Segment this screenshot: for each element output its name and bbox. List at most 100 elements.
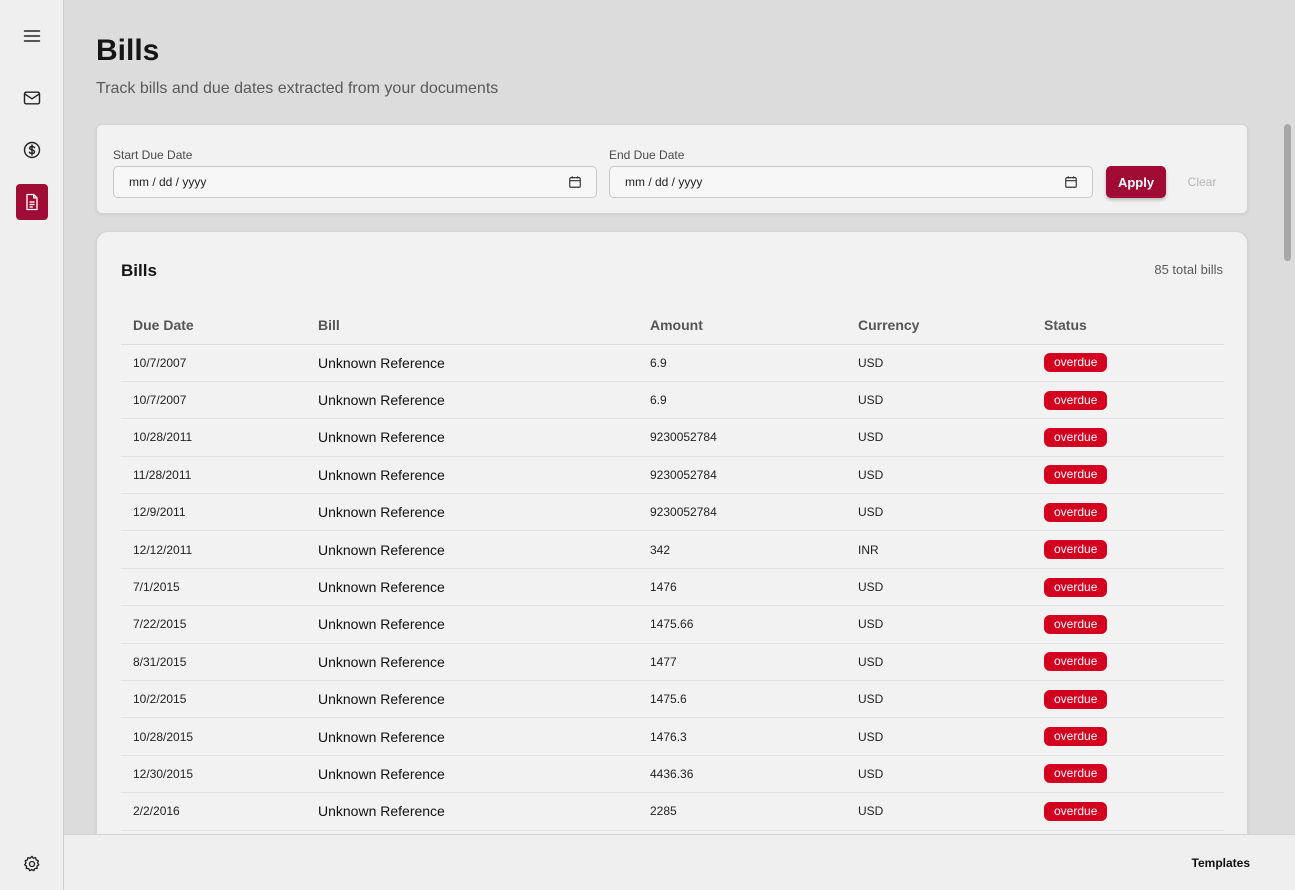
amount-cell: 1475.6 xyxy=(638,680,846,719)
page-scrollbar[interactable] xyxy=(1280,0,1295,834)
status-cell: overdue xyxy=(1032,493,1224,532)
currency-cell: USD xyxy=(846,755,1032,794)
table-row[interactable]: 7/22/2015 Unknown Reference 1475.66 USD … xyxy=(121,605,1224,644)
due-date-cell: 10/28/2011 xyxy=(121,418,306,457)
bill-cell: Unknown Reference xyxy=(306,381,638,420)
status-badge: overdue xyxy=(1044,652,1108,672)
status-badge: overdue xyxy=(1044,540,1108,560)
due-date-cell: 10/2/2015 xyxy=(121,680,306,719)
column-header-bill[interactable]: Bill xyxy=(306,307,638,345)
page-subtitle: Track bills and due dates extracted from… xyxy=(96,80,499,97)
status-badge: overdue xyxy=(1044,577,1108,597)
sidebar-item-payments[interactable] xyxy=(16,132,48,168)
start-due-date-input[interactable]: mm / dd / yyyy xyxy=(113,166,597,198)
status-cell: overdue xyxy=(1032,381,1224,420)
currency-cell: USD xyxy=(846,344,1032,382)
amount-cell: 9230052784 xyxy=(638,418,846,457)
table-row[interactable]: 10/7/2007 Unknown Reference 6.9 USD over… xyxy=(121,344,1224,382)
clear-button[interactable]: Clear xyxy=(1177,166,1227,198)
bill-cell: Unknown Reference xyxy=(306,643,638,682)
status-cell: overdue xyxy=(1032,456,1224,495)
table-row[interactable]: 7/1/2015 Unknown Reference 1476 USD over… xyxy=(121,568,1224,607)
status-badge: overdue xyxy=(1044,502,1108,522)
table-row[interactable]: 10/7/2007 Unknown Reference 6.9 USD over… xyxy=(121,381,1224,420)
start-due-date-label: Start Due Date xyxy=(113,148,193,162)
status-cell: overdue xyxy=(1032,605,1224,644)
currency-cell: USD xyxy=(846,381,1032,420)
bill-cell: Unknown Reference xyxy=(306,568,638,607)
date-filter-panel: Start Due Date mm / dd / yyyy End Due Da… xyxy=(96,124,1248,214)
sidebar xyxy=(0,0,64,890)
due-date-cell: 2/2/2016 xyxy=(121,792,306,831)
table-row[interactable]: 12/30/2015 Unknown Reference 4436.36 USD… xyxy=(121,755,1224,794)
amount-cell: 342 xyxy=(638,530,846,569)
table-row[interactable]: 8/31/2015 Unknown Reference 1477 USD ove… xyxy=(121,643,1224,682)
end-due-date-input[interactable]: mm / dd / yyyy xyxy=(609,166,1093,198)
currency-cell: USD xyxy=(846,493,1032,532)
due-date-cell: 12/12/2011 xyxy=(121,530,306,569)
status-badge: overdue xyxy=(1044,390,1108,410)
settings-button[interactable] xyxy=(16,846,48,882)
bills-table: Due Date Bill Amount Currency Status 10/… xyxy=(121,307,1224,831)
table-row[interactable]: 11/28/2011 Unknown Reference 9230052784 … xyxy=(121,456,1224,495)
calendar-icon[interactable] xyxy=(568,175,582,189)
column-header-due-date[interactable]: Due Date xyxy=(121,307,306,345)
bill-cell: Unknown Reference xyxy=(306,605,638,644)
amount-cell: 6.9 xyxy=(638,381,846,420)
currency-cell: USD xyxy=(846,456,1032,495)
start-due-date-placeholder: mm / dd / yyyy xyxy=(129,175,207,189)
status-badge: overdue xyxy=(1044,427,1108,447)
status-cell: overdue xyxy=(1032,717,1224,756)
table-row[interactable]: 10/28/2015 Unknown Reference 1476.3 USD … xyxy=(121,717,1224,756)
amount-cell: 6.9 xyxy=(638,344,846,382)
status-badge: overdue xyxy=(1044,465,1108,485)
column-header-status[interactable]: Status xyxy=(1032,307,1224,345)
currency-cell: USD xyxy=(846,605,1032,644)
status-cell: overdue xyxy=(1032,568,1224,607)
amount-cell: 9230052784 xyxy=(638,456,846,495)
templates-link[interactable]: Templates xyxy=(1192,856,1250,870)
sidebar-item-bills[interactable] xyxy=(16,184,48,220)
amount-cell: 4436.36 xyxy=(638,755,846,794)
bill-cell: Unknown Reference xyxy=(306,418,638,457)
apply-button[interactable]: Apply xyxy=(1106,166,1166,198)
status-cell: overdue xyxy=(1032,344,1224,382)
status-cell: overdue xyxy=(1032,418,1224,457)
due-date-cell: 10/28/2015 xyxy=(121,717,306,756)
due-date-cell: 8/31/2015 xyxy=(121,643,306,682)
scrollbar-thumb[interactable] xyxy=(1284,124,1291,261)
sidebar-item-mail[interactable] xyxy=(16,80,48,116)
status-badge: overdue xyxy=(1044,727,1108,747)
bill-cell: Unknown Reference xyxy=(306,755,638,794)
due-date-cell: 10/7/2007 xyxy=(121,344,306,382)
bills-card: Bills 85 total bills Due Date Bill Amoun… xyxy=(96,231,1248,834)
page-title: Bills xyxy=(96,34,160,67)
status-badge: overdue xyxy=(1044,353,1108,373)
currency-cell: INR xyxy=(846,530,1032,569)
table-row[interactable]: 2/2/2016 Unknown Reference 2285 USD over… xyxy=(121,792,1224,831)
calendar-icon[interactable] xyxy=(1064,175,1078,189)
column-header-amount[interactable]: Amount xyxy=(638,307,846,345)
main-content: Bills Track bills and due dates extracte… xyxy=(64,0,1279,834)
gear-icon xyxy=(24,855,40,872)
status-cell: overdue xyxy=(1032,792,1224,831)
due-date-cell: 12/30/2015 xyxy=(121,755,306,794)
menu-icon xyxy=(23,30,41,42)
table-row[interactable]: 12/12/2011 Unknown Reference 342 INR ove… xyxy=(121,530,1224,569)
table-row[interactable]: 10/28/2011 Unknown Reference 9230052784 … xyxy=(121,418,1224,457)
amount-cell: 1476.3 xyxy=(638,717,846,756)
table-row[interactable]: 12/9/2011 Unknown Reference 9230052784 U… xyxy=(121,493,1224,532)
amount-cell: 9230052784 xyxy=(638,493,846,532)
bills-card-title: Bills xyxy=(121,261,157,280)
table-row[interactable]: 10/2/2015 Unknown Reference 1475.6 USD o… xyxy=(121,680,1224,719)
menu-button[interactable] xyxy=(16,18,48,54)
bill-cell: Unknown Reference xyxy=(306,717,638,756)
bill-cell: Unknown Reference xyxy=(306,530,638,569)
table-header-row: Due Date Bill Amount Currency Status xyxy=(121,307,1224,345)
status-badge: overdue xyxy=(1044,764,1108,784)
bill-cell: Unknown Reference xyxy=(306,344,638,382)
currency-cell: USD xyxy=(846,643,1032,682)
mail-icon xyxy=(23,91,41,105)
status-cell: overdue xyxy=(1032,680,1224,719)
column-header-currency[interactable]: Currency xyxy=(846,307,1032,345)
